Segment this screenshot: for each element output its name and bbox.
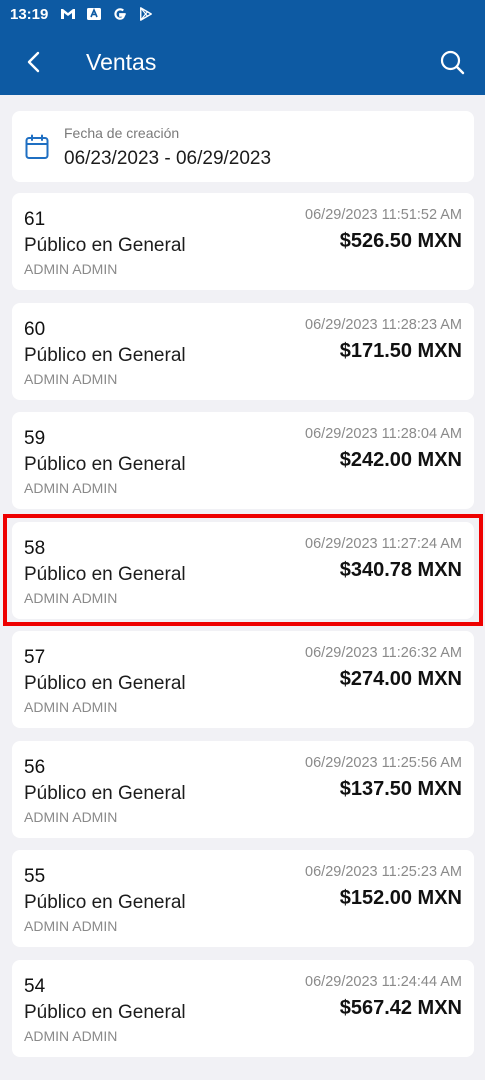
search-icon[interactable]: [438, 48, 466, 76]
sale-user: ADMIN ADMIN: [24, 480, 118, 496]
sale-card[interactable]: 57 Público en General ADMIN ADMIN 06/29/202…: [12, 631, 474, 728]
date-filter-card[interactable]: Fecha de creación 06/23/2023 - 06/29/202…: [12, 111, 474, 182]
page-title: Ventas: [86, 49, 157, 75]
sale-client: Público en General: [24, 892, 186, 913]
sale-number: 58: [24, 537, 46, 559]
sale-client: Público en General: [24, 782, 186, 804]
sale-number: 60: [24, 318, 46, 340]
sale-number: 61: [24, 209, 46, 230]
sale-datetime: 06/29/2023 11:25:23 AM: [305, 864, 462, 880]
sale-user: ADMIN ADMIN: [24, 370, 118, 387]
sale-client: Público en General: [24, 235, 186, 256]
play-store-icon: [138, 7, 154, 21]
sale-user: ADMIN ADMIN: [24, 918, 118, 934]
sale-card[interactable]: 60 Público en General ADMIN ADMIN 06/29/202…: [12, 302, 474, 400]
google-icon: [112, 7, 128, 21]
calendar-icon: [25, 134, 49, 160]
sale-user: ADMIN ADMIN: [24, 808, 118, 825]
sale-number: 57: [24, 647, 46, 668]
sale-datetime: 06/29/2023 11:51:52 AM: [305, 207, 462, 223]
sale-client: Público en General: [24, 1001, 186, 1023]
sale-amount: $137.50 MXN: [339, 777, 462, 800]
sale-card[interactable]: 61 Público en General ADMIN ADMIN 06/29/202…: [12, 193, 474, 290]
sale-amount: $152.00 MXN: [339, 887, 462, 909]
sale-user: ADMIN ADMIN: [24, 261, 118, 277]
sale-card[interactable]: 55 Público en General ADMIN ADMIN 06/29/202…: [12, 850, 474, 947]
sale-amount: $526.50 MXN: [339, 230, 462, 252]
sale-card[interactable]: 58 Público en General ADMIN ADMIN 06/29/202…: [12, 521, 474, 619]
sale-datetime: 06/29/2023 11:27:24 AM: [305, 535, 462, 552]
gmail-icon: [60, 7, 76, 21]
sale-amount: $274.00 MXN: [339, 668, 462, 690]
app-bar: Ventas: [0, 28, 485, 95]
sale-amount: $567.42 MXN: [339, 996, 462, 1019]
sale-card[interactable]: 54 Público en General ADMIN ADMIN 06/29/202…: [12, 959, 474, 1057]
sale-amount: $242.00 MXN: [339, 449, 462, 471]
sale-amount: $340.78 MXN: [339, 558, 462, 581]
status-time: 13:19: [10, 5, 49, 23]
sale-user: ADMIN ADMIN: [24, 1027, 118, 1044]
sale-number: 54: [24, 975, 46, 997]
sale-number: 55: [24, 866, 46, 887]
sale-number: 59: [24, 428, 46, 449]
sale-datetime: 06/29/2023 11:24:44 AM: [305, 973, 462, 990]
sale-user: ADMIN ADMIN: [24, 589, 118, 606]
sale-client: Público en General: [24, 673, 186, 694]
sale-card[interactable]: 56 Público en General ADMIN ADMIN 06/29/202…: [12, 740, 474, 838]
news-icon: [86, 7, 102, 21]
date-range-value: 06/23/2023 - 06/29/2023: [64, 148, 272, 169]
sale-datetime: 06/29/2023 11:25:56 AM: [305, 754, 462, 771]
sale-datetime: 06/29/2023 11:28:23 AM: [305, 316, 462, 333]
sale-client: Público en General: [24, 563, 186, 585]
sale-client: Público en General: [24, 454, 186, 475]
sale-amount: $171.50 MXN: [339, 339, 462, 362]
date-filter-label: Fecha de creación: [64, 125, 180, 141]
back-arrow-icon[interactable]: [20, 48, 48, 76]
status-bar: 13:19: [0, 0, 485, 28]
sale-datetime: 06/29/2023 11:28:04 AM: [305, 426, 462, 442]
sale-datetime: 06/29/2023 11:26:32 AM: [305, 645, 462, 661]
sale-card[interactable]: 59 Público en General ADMIN ADMIN 06/29/202…: [12, 412, 474, 509]
sale-client: Público en General: [24, 344, 186, 366]
sale-number: 56: [24, 756, 46, 778]
sale-user: ADMIN ADMIN: [24, 699, 118, 715]
